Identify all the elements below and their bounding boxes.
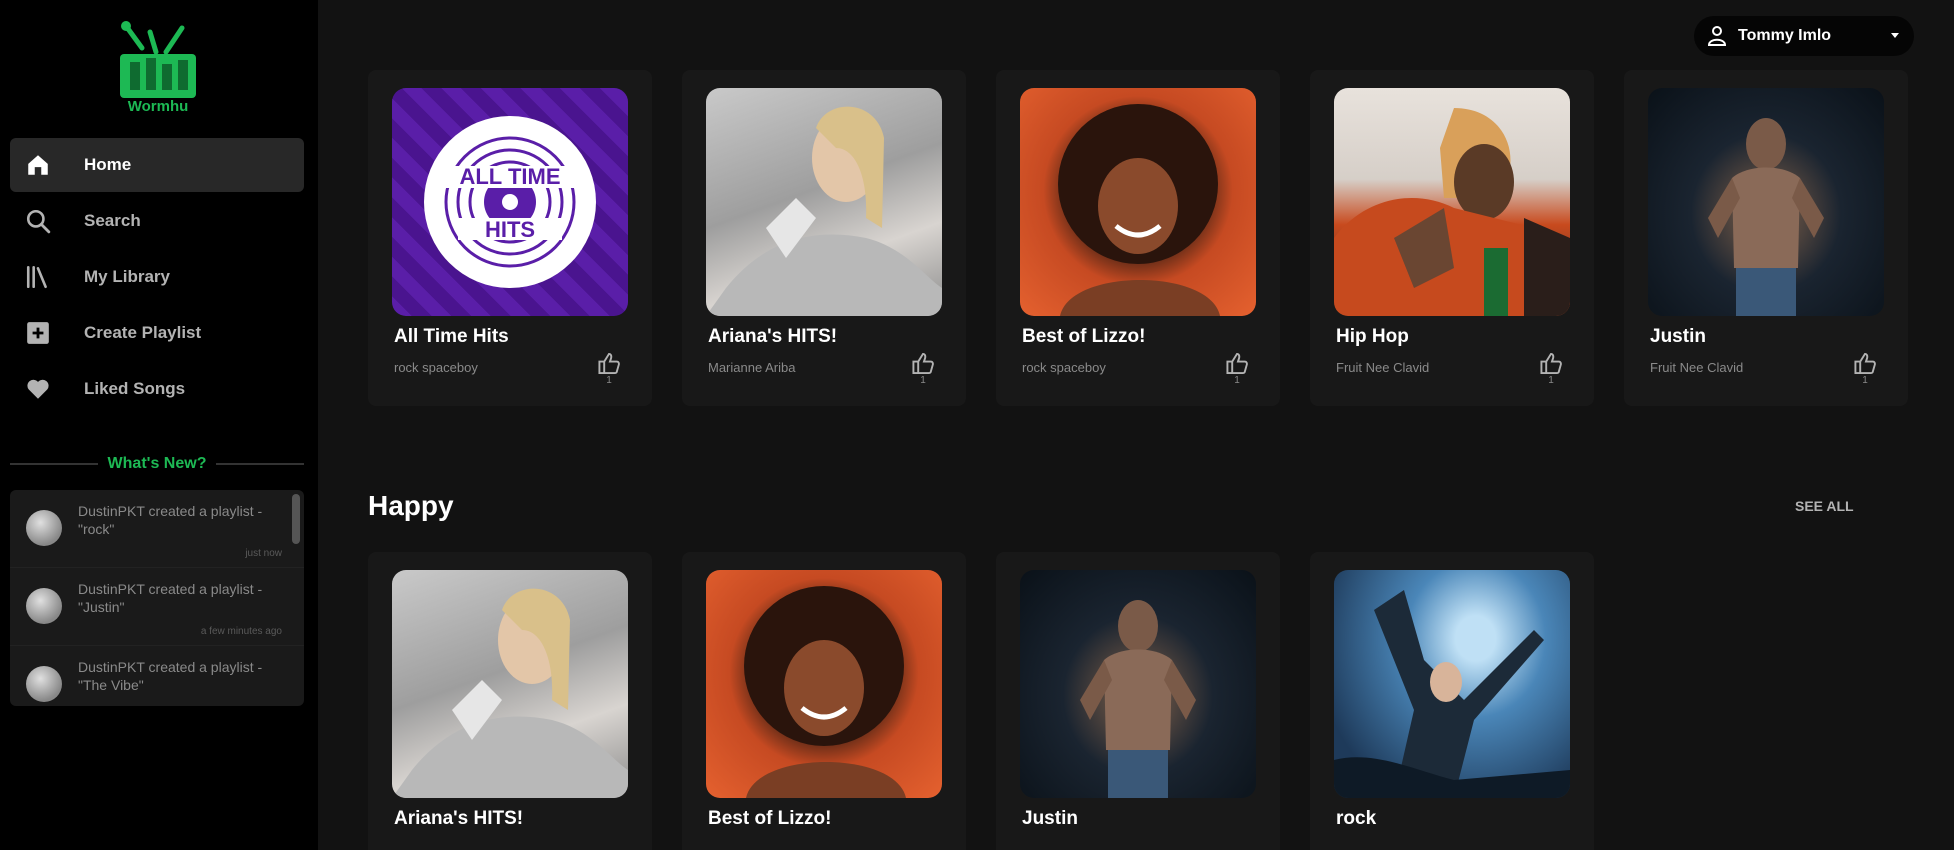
playlist-title: Hip Hop (1336, 326, 1409, 347)
plus-square-icon (22, 317, 54, 349)
playlist-cover (706, 570, 942, 798)
sidebar-item-label: Search (84, 211, 141, 230)
thumbs-up-icon (1854, 352, 1876, 375)
like-button[interactable]: 1 (1850, 352, 1880, 386)
playlist-cover (1334, 570, 1570, 798)
sidebar-item-label: Create Playlist (84, 323, 202, 342)
playlist-title: rock (1336, 808, 1377, 829)
sidebar-item-library[interactable]: My Library (10, 250, 304, 304)
lizzo-artwork (1058, 104, 1220, 316)
thumbs-up-icon (598, 352, 620, 375)
justin-artwork (1080, 600, 1196, 798)
playlist-cover: ALL TIME HITS (392, 88, 628, 316)
playlist-title: Best of Lizzo! (1022, 326, 1146, 347)
see-all-link[interactable]: SEE ALL (1795, 498, 1854, 514)
app-logo-text: Wormhu (127, 98, 189, 115)
divider (216, 463, 305, 465)
whats-new-feed[interactable]: DustinPKT created a playlist - "rock" ju… (10, 490, 304, 706)
whats-new-header: What's New? (10, 452, 305, 476)
sidebar-item-create-playlist[interactable]: Create Playlist (10, 306, 304, 360)
sidebar-item-home[interactable]: Home (10, 138, 304, 192)
lizzo-artwork (744, 586, 906, 798)
news-time: a few minutes ago (200, 626, 282, 637)
like-count: 1 (1234, 375, 1240, 386)
like-button[interactable]: 1 (1536, 352, 1566, 386)
ariana-artwork (706, 106, 942, 316)
playlist-cover (392, 570, 628, 798)
user-menu-button[interactable]: Tommy Imlo (1694, 16, 1914, 56)
playlist-title: Ariana's HITS! (708, 326, 838, 347)
playlist-card[interactable]: Best of Lizzo! rock spaceboy 1 (996, 70, 1280, 406)
news-item[interactable]: DustinPKT created a playlist - "The Vibe… (10, 646, 304, 706)
playlist-owner: rock spaceboy (394, 360, 478, 375)
news-text: DustinPKT created a playlist - "rock" (78, 503, 263, 537)
whats-new-title: What's New? (107, 455, 207, 472)
playlist-owner: Fruit Nee Clavid (1650, 360, 1744, 375)
playlist-title: All Time Hits (394, 326, 509, 347)
news-time: just now (245, 548, 282, 559)
svg-text:HITS: HITS (485, 217, 535, 242)
heart-icon (22, 373, 54, 405)
playlist-card[interactable]: Hip Hop Fruit Nee Clavid 1 (1310, 70, 1594, 406)
all-time-hits-artwork: ALL TIME HITS (424, 116, 596, 288)
avatar (26, 588, 62, 624)
section-title: Happy (368, 490, 454, 521)
news-text: DustinPKT created a playlist - "The Vibe… (78, 659, 263, 693)
news-item[interactable]: DustinPKT created a playlist - "rock" ju… (10, 490, 304, 568)
divider (10, 463, 98, 465)
like-count: 1 (920, 375, 926, 386)
playlist-owner: rock spaceboy (1022, 360, 1106, 375)
svg-text:ALL TIME: ALL TIME (459, 164, 560, 189)
playlist-cover (1020, 88, 1256, 316)
like-count: 1 (1862, 375, 1868, 386)
playlist-title: Ariana's HITS! (394, 808, 524, 829)
user-name: Tommy Imlo (1738, 27, 1832, 44)
playlist-card[interactable]: rock (1310, 552, 1594, 850)
like-count: 1 (1548, 375, 1554, 386)
playlist-card[interactable]: Ariana's HITS! Marianne Ariba 1 (682, 70, 966, 406)
playlist-cover (706, 88, 942, 316)
library-icon (22, 261, 54, 293)
playlist-card[interactable]: Best of Lizzo! (682, 552, 966, 850)
justin-artwork (1708, 118, 1824, 316)
playlist-card[interactable]: Justin Fruit Nee Clavid 1 (1624, 70, 1908, 406)
search-icon (22, 205, 54, 237)
like-button[interactable]: 1 (594, 352, 624, 386)
playlist-owner: Fruit Nee Clavid (1336, 360, 1430, 375)
sidebar-item-label: Liked Songs (84, 379, 186, 398)
playlist-card[interactable]: ALL TIME HITS All Time Hits rock spacebo… (368, 70, 652, 406)
news-text: DustinPKT created a playlist - "Justin" (78, 581, 263, 615)
playlist-card[interactable]: Justin (996, 552, 1280, 850)
avatar (26, 510, 62, 546)
home-icon (22, 149, 54, 181)
sidebar-item-search[interactable]: Search (10, 194, 304, 248)
sidebar-item-liked-songs[interactable]: Liked Songs (10, 362, 304, 416)
sidebar-item-label: My Library (84, 267, 170, 286)
like-count: 1 (606, 375, 612, 386)
playlist-title: Justin (1022, 808, 1078, 829)
avatar (26, 666, 62, 702)
like-button[interactable]: 1 (1222, 352, 1252, 386)
playlist-card[interactable]: Ariana's HITS! (368, 552, 652, 850)
news-item[interactable]: DustinPKT created a playlist - "Justin" … (10, 568, 304, 646)
ariana-artwork (392, 588, 628, 798)
thumbs-up-icon (1540, 352, 1562, 375)
playlist-cover (1334, 88, 1570, 316)
playlist-owner: Marianne Ariba (708, 360, 796, 375)
thumbs-up-icon (1226, 352, 1248, 375)
playlist-cover (1648, 88, 1884, 316)
sidebar: Wormhu Home Search My Library Create Pla… (0, 0, 318, 850)
user-icon (1708, 26, 1726, 46)
sidebar-item-label: Home (84, 155, 132, 174)
playlist-title: Best of Lizzo! (708, 808, 832, 829)
rock-artwork (1334, 590, 1570, 798)
chevron-down-icon (1891, 33, 1899, 38)
playlist-cover (1020, 570, 1256, 798)
sidebar-nav: Home Search My Library Create Playlist L… (10, 138, 304, 418)
thumbs-up-icon (912, 352, 934, 375)
like-button[interactable]: 1 (908, 352, 938, 386)
hip-hop-artwork (1334, 108, 1570, 316)
playlist-title: Justin (1650, 326, 1706, 347)
